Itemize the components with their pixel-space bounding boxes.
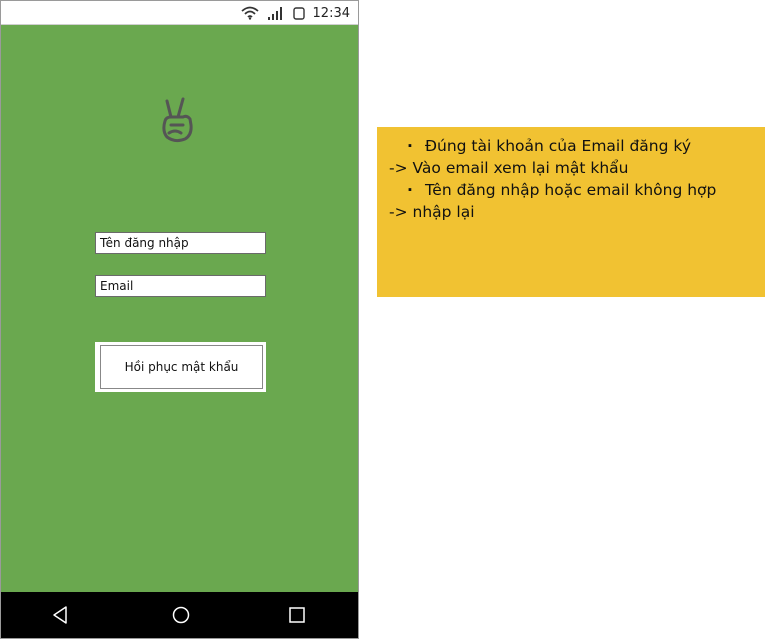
email-input[interactable]: Email	[95, 275, 266, 297]
app-content: Tên đăng nhập Email Hồi phục mật khẩu	[1, 25, 358, 593]
recent-apps-icon[interactable]	[287, 605, 307, 625]
status-bar: 12:34	[1, 1, 358, 25]
signal-icon	[267, 6, 285, 20]
email-placeholder: Email	[100, 279, 134, 293]
status-time: 12:34	[312, 5, 350, 21]
home-icon[interactable]	[171, 605, 191, 625]
battery-icon	[292, 6, 305, 20]
note-line: Đúng tài khoản của Email đăng ký	[389, 135, 753, 157]
status-icons: 12:34	[240, 1, 350, 25]
peace-hand-icon	[157, 95, 197, 147]
recover-password-label: Hồi phục mật khẩu	[124, 360, 239, 374]
note-line: -> Vào email xem lại mật khẩu	[389, 159, 629, 177]
username-input[interactable]: Tên đăng nhập	[95, 232, 266, 254]
username-placeholder: Tên đăng nhập	[100, 236, 189, 250]
navigation-bar	[1, 592, 358, 638]
recover-password-button[interactable]: Hồi phục mật khẩu	[100, 345, 263, 389]
annotation-note: Đúng tài khoản của Email đăng ký -> Vào …	[377, 127, 765, 297]
note-line: Tên đăng nhập hoặc email không hợp	[389, 179, 753, 201]
back-icon[interactable]	[51, 605, 71, 625]
note-line: -> nhập lại	[389, 203, 475, 221]
recover-password-button-frame: Hồi phục mật khẩu	[95, 342, 266, 392]
wifi-icon	[240, 6, 259, 20]
phone-frame: 12:34 Tên đăng nhập Email Hồi phục mật k…	[0, 0, 359, 639]
